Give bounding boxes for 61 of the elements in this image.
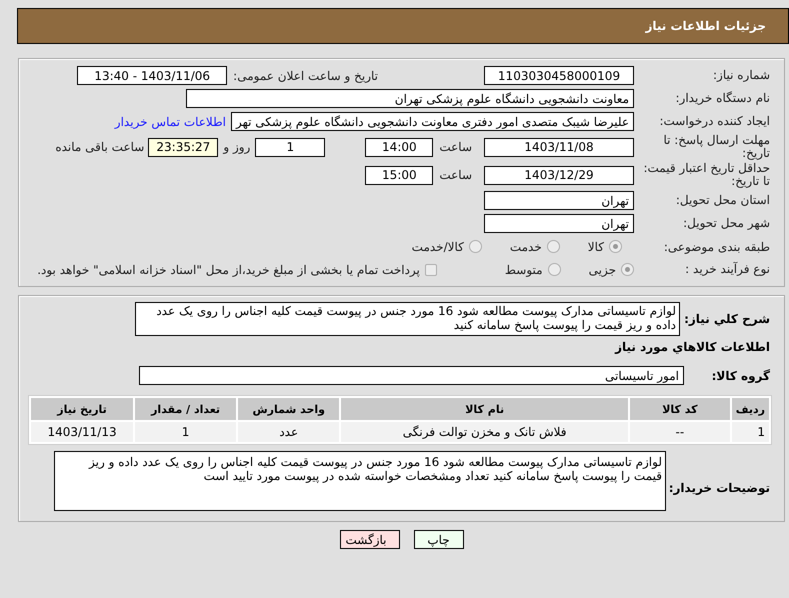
- section-title: اطلاعات کالاهاي مورد نیاز: [614, 340, 771, 354]
- field-label: نام دستگاه خریدار:: [676, 91, 770, 105]
- text-field[interactable]: تهران: [484, 191, 634, 210]
- text-field[interactable]: تهران: [484, 214, 634, 233]
- field-label: تاریخ و ساعت اعلان عمومی:: [233, 68, 378, 82]
- field-label: گروه کالا:: [710, 368, 771, 382]
- column-header: واحد شمارش: [238, 398, 340, 420]
- table-cell: --: [630, 422, 730, 442]
- table-cell: فلاش تانک و مخزن توالت فرنگی: [341, 422, 628, 442]
- field-label: شرح کلي نیاز:: [683, 312, 771, 326]
- text-field[interactable]: 1103030458000109: [484, 66, 634, 85]
- text-field[interactable]: 1403/12/29: [484, 166, 634, 184]
- table-cell: عدد: [238, 422, 340, 442]
- contact-info-link[interactable]: اطلاعات تماس خریدار: [114, 114, 226, 128]
- radio-label: خدمت: [510, 240, 542, 254]
- field-label: ساعت: [439, 140, 472, 154]
- buyer-notes-field[interactable]: لوازم تاسیساتی مدارک پیوست مطالعه شود 16 مورد جنس در پیوست قیمت کلیه اجناس را روی یک عدد داده و ریز قیمت را پیوست پاسخ سامانه کنید تعداد ومشخصات خواسته شده در پیوست مورد تایید است: [54, 451, 666, 511]
- radio-button[interactable]: [548, 263, 561, 276]
- table-cell: 1403/11/13: [31, 422, 134, 442]
- text-field[interactable]: 15:00: [365, 166, 434, 184]
- print-button[interactable]: چاپ: [414, 530, 464, 549]
- text-field[interactable]: امور تاسیساتی: [139, 366, 684, 385]
- radio-button[interactable]: [546, 240, 560, 253]
- field-label: شهر محل تحویل:: [683, 216, 770, 230]
- column-header: تعداد / مقدار: [135, 398, 236, 420]
- text-field[interactable]: 14:00: [365, 138, 434, 156]
- field-label: استان محل تحویل:: [676, 193, 770, 207]
- field-label: نوع فرآیند خرید :: [685, 262, 770, 276]
- field-label: مهلت ارسال پاسخ: تا تاریخ:: [663, 133, 770, 160]
- radio-label: متوسط: [504, 262, 543, 276]
- back-button[interactable]: بازگشت: [340, 530, 400, 549]
- radio-label: جزیی: [588, 262, 616, 276]
- text-field[interactable]: معاونت دانشجویی دانشگاه علوم پزشکی تهران: [186, 89, 634, 108]
- field-label: ایجاد کننده درخواست:: [659, 114, 770, 128]
- page-title: جزئیات اطلاعات نیاز: [645, 19, 766, 33]
- field-label: شماره نیاز:: [713, 68, 770, 82]
- table-cell: 1: [135, 422, 236, 442]
- radio-label: کالا/خدمت: [412, 240, 464, 254]
- column-header: نام کالا: [341, 398, 628, 420]
- checkbox-label: پرداخت تمام یا بخشی از مبلغ خرید،از محل "اسناد خزانه اسلامی" خواهد بود.: [37, 262, 420, 276]
- column-header: کد کالا: [630, 398, 730, 420]
- field-label: طبقه بندی موضوعی:: [664, 240, 770, 254]
- field-label: ساعت باقی مانده: [55, 140, 144, 154]
- radio-button[interactable]: [468, 240, 482, 253]
- description-field[interactable]: لوازم تاسیساتی مدارک پیوست مطالعه شود 16 مورد جنس در پیوست قیمت کلیه اجناس را روی یک عدد داده و ریز قیمت را پیوست پاسخ سامانه کنید: [135, 302, 680, 336]
- column-header: ردیف: [732, 398, 769, 420]
- radio-label: کالا: [588, 240, 604, 254]
- checkbox[interactable]: [424, 264, 437, 276]
- field-label: روز و: [223, 140, 250, 154]
- text-field[interactable]: 1403/11/06 - 13:40: [77, 66, 228, 85]
- text-field[interactable]: 1403/11/08: [484, 138, 634, 156]
- text-field[interactable]: علیرضا شیبک متصدی امور دفتری معاونت دانشجویی دانشگاه علوم پزشکی تهر: [230, 112, 634, 131]
- field-label: ساعت: [439, 168, 472, 182]
- column-header: تاریخ نیاز: [31, 398, 134, 420]
- radio-button[interactable]: [621, 263, 634, 276]
- countdown-field[interactable]: 23:35:27: [148, 138, 218, 156]
- table-cell: 1: [732, 422, 769, 442]
- text-field[interactable]: 1: [255, 138, 326, 156]
- field-label: حداقل تاریخ اعتبار قیمت: تا تاریخ:: [643, 161, 770, 188]
- radio-button[interactable]: [609, 240, 622, 253]
- field-label: توضیحات خریدار:: [668, 481, 771, 495]
